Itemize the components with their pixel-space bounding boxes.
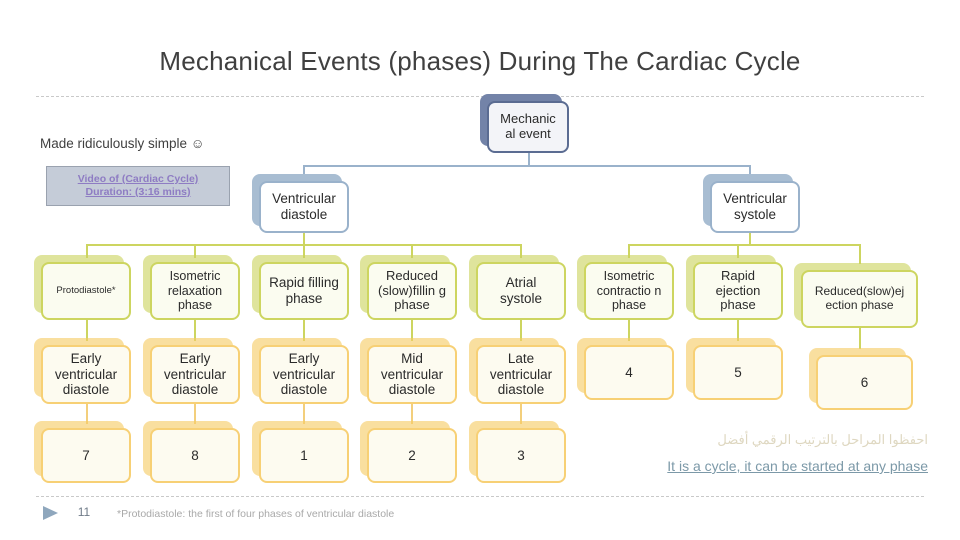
- node-label: Rapid filling phase: [259, 262, 349, 320]
- node-label: Atrial systole: [476, 262, 566, 320]
- node-label: 1: [259, 428, 349, 483]
- node-isometric-relaxation-phase[interactable]: Isometric relaxation phase: [143, 255, 240, 320]
- node-phase-2[interactable]: 2: [360, 421, 457, 483]
- node-label: Reduced (slow)fillin g phase: [367, 262, 457, 320]
- node-phase-1[interactable]: 1: [252, 421, 349, 483]
- page-title: Mechanical Events (phases) During The Ca…: [159, 46, 801, 76]
- video-link-line2[interactable]: Duration: (3:16 mins): [85, 186, 190, 199]
- node-late-ventricular-diastole[interactable]: Late ventricular diastole: [469, 338, 566, 404]
- connector-l3-l4-8: [859, 328, 861, 349]
- connector-root-bus: [303, 165, 751, 167]
- video-link-line1[interactable]: Video of (Cardiac Cycle): [78, 173, 199, 186]
- connector-vs-bus: [628, 244, 861, 246]
- node-phase-5[interactable]: 5: [686, 338, 783, 400]
- divider-bottom: [36, 496, 924, 497]
- slide-number: 11: [77, 505, 91, 519]
- node-early-ventricular-diastole-1[interactable]: Early ventricular diastole: [34, 338, 131, 404]
- node-reduced-slow-ejection-phase[interactable]: Reduced(slow)ej ection phase: [794, 263, 918, 328]
- node-label: Mechanic al event: [487, 101, 569, 153]
- node-label: Ventricular diastole: [259, 181, 349, 233]
- node-atrial-systole[interactable]: Atrial systole: [469, 255, 566, 320]
- video-link-box[interactable]: Video of (Cardiac Cycle) Duration: (3:16…: [46, 166, 230, 206]
- made-simple-text: Made ridiculously simple ☺: [40, 136, 205, 151]
- node-early-ventricular-diastole-3[interactable]: Early ventricular diastole: [252, 338, 349, 404]
- slide-canvas: Mechanical Events (phases) During The Ca…: [0, 0, 960, 540]
- node-label: 6: [816, 355, 913, 410]
- node-label: 5: [693, 345, 783, 400]
- node-label: 4: [584, 345, 674, 400]
- cycle-note: It is a cycle, it can be started at any …: [667, 458, 928, 474]
- divider-top: [36, 96, 924, 97]
- node-isometric-contraction-phase[interactable]: Isometric contractio n phase: [577, 255, 674, 320]
- node-ventricular-diastole[interactable]: Ventricular diastole: [252, 174, 349, 233]
- node-label: Early ventricular diastole: [150, 345, 240, 404]
- node-label: 7: [41, 428, 131, 483]
- node-phase-6[interactable]: 6: [809, 348, 913, 410]
- footnote-text: *Protodiastole: the first of four phases…: [117, 508, 395, 520]
- node-label: Late ventricular diastole: [476, 345, 566, 404]
- play-triangle-icon[interactable]: [42, 505, 60, 526]
- node-phase-4[interactable]: 4: [577, 338, 674, 400]
- connector-vs-child-3: [859, 244, 861, 264]
- node-label: 8: [150, 428, 240, 483]
- node-label: Isometric contractio n phase: [584, 262, 674, 320]
- arabic-note: احفظوا المراحل بالترتيب الرقمي أفضل: [717, 432, 928, 447]
- node-protodiastole[interactable]: Protodiastole*: [34, 255, 131, 320]
- node-phase-8[interactable]: 8: [143, 421, 240, 483]
- node-label: Isometric relaxation phase: [150, 262, 240, 320]
- node-label: Ventricular systole: [710, 181, 800, 233]
- node-phase-7[interactable]: 7: [34, 421, 131, 483]
- node-mid-ventricular-diastole[interactable]: Mid ventricular diastole: [360, 338, 457, 404]
- node-mechanical-event[interactable]: Mechanic al event: [480, 94, 569, 153]
- node-rapid-filling-phase[interactable]: Rapid filling phase: [252, 255, 349, 320]
- node-label: Rapid ejection phase: [693, 262, 783, 320]
- node-label: Early ventricular diastole: [259, 345, 349, 404]
- node-label: 2: [367, 428, 457, 483]
- node-reduced-slow-filling-phase[interactable]: Reduced (slow)fillin g phase: [360, 255, 457, 320]
- node-label: Mid ventricular diastole: [367, 345, 457, 404]
- node-ventricular-systole[interactable]: Ventricular systole: [703, 174, 800, 233]
- node-label: Early ventricular diastole: [41, 345, 131, 404]
- node-label: Protodiastole*: [41, 262, 131, 320]
- node-rapid-ejection-phase[interactable]: Rapid ejection phase: [686, 255, 783, 320]
- node-label: Reduced(slow)ej ection phase: [801, 270, 918, 328]
- node-early-ventricular-diastole-2[interactable]: Early ventricular diastole: [143, 338, 240, 404]
